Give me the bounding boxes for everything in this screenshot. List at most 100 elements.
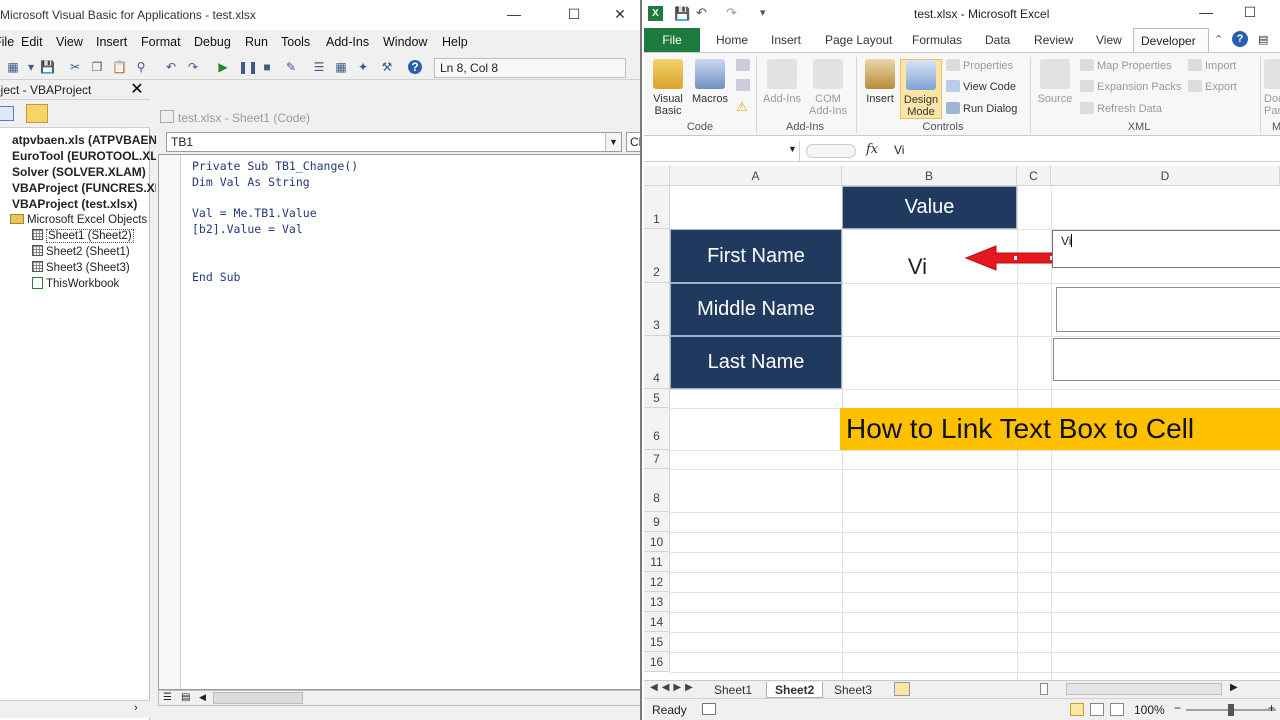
record-macro-icon[interactable] bbox=[736, 59, 750, 71]
save-icon[interactable]: 💾 bbox=[674, 6, 690, 22]
close-icon[interactable]: ✕ bbox=[128, 81, 146, 99]
menu-file[interactable]: File bbox=[0, 35, 14, 49]
tab-view[interactable]: View bbox=[1096, 33, 1122, 47]
tab-review[interactable]: Review bbox=[1034, 33, 1073, 47]
cell-a2[interactable]: First Name bbox=[670, 229, 842, 283]
minimize-icon[interactable]: — bbox=[1194, 2, 1218, 22]
menu-debug[interactable]: Debug bbox=[194, 35, 231, 49]
expansion-packs-button[interactable]: Expansion Packs bbox=[1080, 80, 1181, 93]
row-header[interactable]: 10 bbox=[644, 532, 670, 552]
tab-insert[interactable]: Insert bbox=[771, 33, 801, 47]
column-header-b[interactable]: B bbox=[842, 166, 1017, 186]
object-dropdown[interactable]: TB1 ▼ bbox=[166, 132, 622, 152]
menu-format[interactable]: Format bbox=[141, 35, 181, 49]
zoom-out-icon[interactable]: − bbox=[1174, 701, 1181, 715]
addins-button[interactable]: Add-Ins bbox=[760, 59, 804, 105]
horizontal-scrollbar[interactable] bbox=[1066, 683, 1222, 695]
column-header-a[interactable]: A bbox=[670, 166, 842, 186]
cell-a3[interactable]: Middle Name bbox=[670, 283, 842, 336]
reset-icon[interactable]: ■ bbox=[260, 60, 274, 74]
menu-addins[interactable]: Add-Ins bbox=[326, 35, 369, 49]
menu-tools[interactable]: Tools bbox=[281, 35, 310, 49]
undo-icon[interactable]: ↶ bbox=[696, 5, 707, 21]
view-code-icon[interactable] bbox=[0, 106, 14, 121]
minimize-ribbon-icon[interactable]: ⌃ bbox=[1214, 33, 1223, 46]
menu-help[interactable]: Help bbox=[442, 35, 468, 49]
row-header[interactable]: 12 bbox=[644, 572, 670, 592]
menu-insert[interactable]: Insert bbox=[96, 35, 127, 49]
source-button[interactable]: Source bbox=[1036, 59, 1074, 105]
tab-page-layout[interactable]: Page Layout bbox=[825, 33, 892, 47]
close-icon[interactable]: ✕ bbox=[608, 4, 632, 24]
select-all-corner[interactable] bbox=[644, 166, 670, 186]
map-properties-button[interactable]: Map Properties bbox=[1080, 59, 1172, 72]
tree-item-sheet3[interactable]: Sheet3 (Sheet3) bbox=[32, 260, 130, 276]
row-header[interactable]: 6 bbox=[644, 408, 670, 450]
sheet-tab-1[interactable]: Sheet1 bbox=[706, 682, 760, 698]
tab-file[interactable]: File bbox=[644, 28, 700, 52]
row-header[interactable]: 9 bbox=[644, 512, 670, 532]
row-header[interactable]: 1 bbox=[644, 186, 670, 229]
import-button[interactable]: Import bbox=[1188, 59, 1236, 72]
title-banner[interactable]: How to Link Text Box to Cell bbox=[840, 408, 1280, 450]
customize-qat-icon[interactable]: ▾ bbox=[760, 6, 766, 19]
textbox-tb2[interactable] bbox=[1056, 287, 1280, 332]
design-mode-icon[interactable]: ✎ bbox=[284, 60, 298, 74]
menu-edit[interactable]: Edit bbox=[21, 35, 43, 49]
help-icon[interactable]: ? bbox=[1232, 31, 1248, 47]
object-browser-icon[interactable]: ✦ bbox=[356, 60, 370, 74]
code-hscroll[interactable]: ☰ ▤ ◀ bbox=[158, 690, 640, 706]
row-header[interactable]: 5 bbox=[644, 389, 670, 408]
com-addins-button[interactable]: COM Add-Ins bbox=[806, 59, 850, 117]
procedure-view-icon[interactable]: ☰ bbox=[163, 692, 172, 703]
menu-run[interactable]: Run bbox=[245, 35, 268, 49]
tab-home[interactable]: Home bbox=[716, 33, 748, 47]
tree-item[interactable]: VBAProject (test.xlsx) bbox=[12, 196, 137, 212]
sheet-nav-icon[interactable]: ◀◀▶▶ bbox=[650, 682, 697, 693]
document-panel-button[interactable]: Document Panel bbox=[1264, 59, 1280, 117]
formula-controls[interactable] bbox=[806, 144, 856, 158]
tree-item-thisworkbook[interactable]: ThisWorkbook bbox=[32, 276, 119, 292]
textbox-tb3[interactable] bbox=[1053, 338, 1280, 381]
row-header[interactable]: 14 bbox=[644, 612, 670, 632]
find-icon[interactable]: ⚲ bbox=[134, 60, 148, 74]
tree-item[interactable]: Solver (SOLVER.XLAM) bbox=[12, 164, 146, 180]
tab-formulas[interactable]: Formulas bbox=[912, 33, 962, 47]
maximize-icon[interactable]: ☐ bbox=[562, 4, 586, 24]
visual-basic-button[interactable]: Visual Basic bbox=[648, 59, 688, 117]
code-editor[interactable]: Private Sub TB1_Change() Dim Val As Stri… bbox=[158, 154, 640, 690]
macro-security-icon[interactable]: ⚠ bbox=[736, 99, 748, 115]
properties-button[interactable]: Properties bbox=[946, 59, 1013, 72]
view-code-button[interactable]: View Code bbox=[946, 80, 1016, 93]
scroll-thumb[interactable] bbox=[213, 692, 303, 704]
name-box[interactable]: ▼ bbox=[644, 141, 800, 161]
cell-b1[interactable]: Value bbox=[842, 186, 1017, 229]
refresh-data-button[interactable]: Refresh Data bbox=[1080, 102, 1162, 115]
zoom-in-icon[interactable]: + bbox=[1268, 701, 1275, 715]
run-icon[interactable]: ▶ bbox=[216, 60, 230, 74]
menu-view[interactable]: View bbox=[56, 35, 83, 49]
export-button[interactable]: Export bbox=[1188, 80, 1237, 93]
insert-function-icon[interactable]: fx bbox=[866, 142, 878, 157]
insert-sheet-icon[interactable] bbox=[894, 682, 910, 696]
textbox-tb1[interactable]: Vi bbox=[1052, 230, 1280, 268]
sheet-tab-2[interactable]: Sheet2 bbox=[766, 682, 824, 698]
project-hscroll[interactable]: › bbox=[0, 700, 150, 718]
code-text[interactable]: Private Sub TB1_Change() Dim Val As Stri… bbox=[192, 159, 358, 285]
row-header[interactable]: 4 bbox=[644, 336, 670, 389]
toggle-folders-icon[interactable] bbox=[26, 104, 48, 123]
formula-input[interactable]: Vi bbox=[894, 143, 904, 157]
worksheet[interactable]: A B C D 1 2 3 4 5 6 7 8 9 10 11 12 13 14… bbox=[644, 166, 1280, 680]
project-explorer-icon[interactable]: ☰ bbox=[312, 60, 326, 74]
insert-module-icon[interactable]: ▾ bbox=[24, 60, 38, 74]
break-icon[interactable]: ❚❚ bbox=[238, 60, 258, 74]
tab-data[interactable]: Data bbox=[985, 33, 1010, 47]
design-mode-button[interactable]: Design Mode bbox=[900, 59, 942, 119]
chevron-down-icon[interactable]: ▼ bbox=[788, 144, 797, 154]
code-margin[interactable] bbox=[159, 155, 181, 689]
tree-item-sheet1[interactable]: Sheet1 (Sheet2) bbox=[32, 228, 134, 244]
insert-control-button[interactable]: Insert bbox=[860, 59, 900, 105]
paste-icon[interactable]: 📋 bbox=[112, 60, 127, 74]
page-layout-view-icon[interactable] bbox=[1090, 703, 1104, 716]
excel-view-icon[interactable]: ▦ bbox=[6, 60, 20, 74]
